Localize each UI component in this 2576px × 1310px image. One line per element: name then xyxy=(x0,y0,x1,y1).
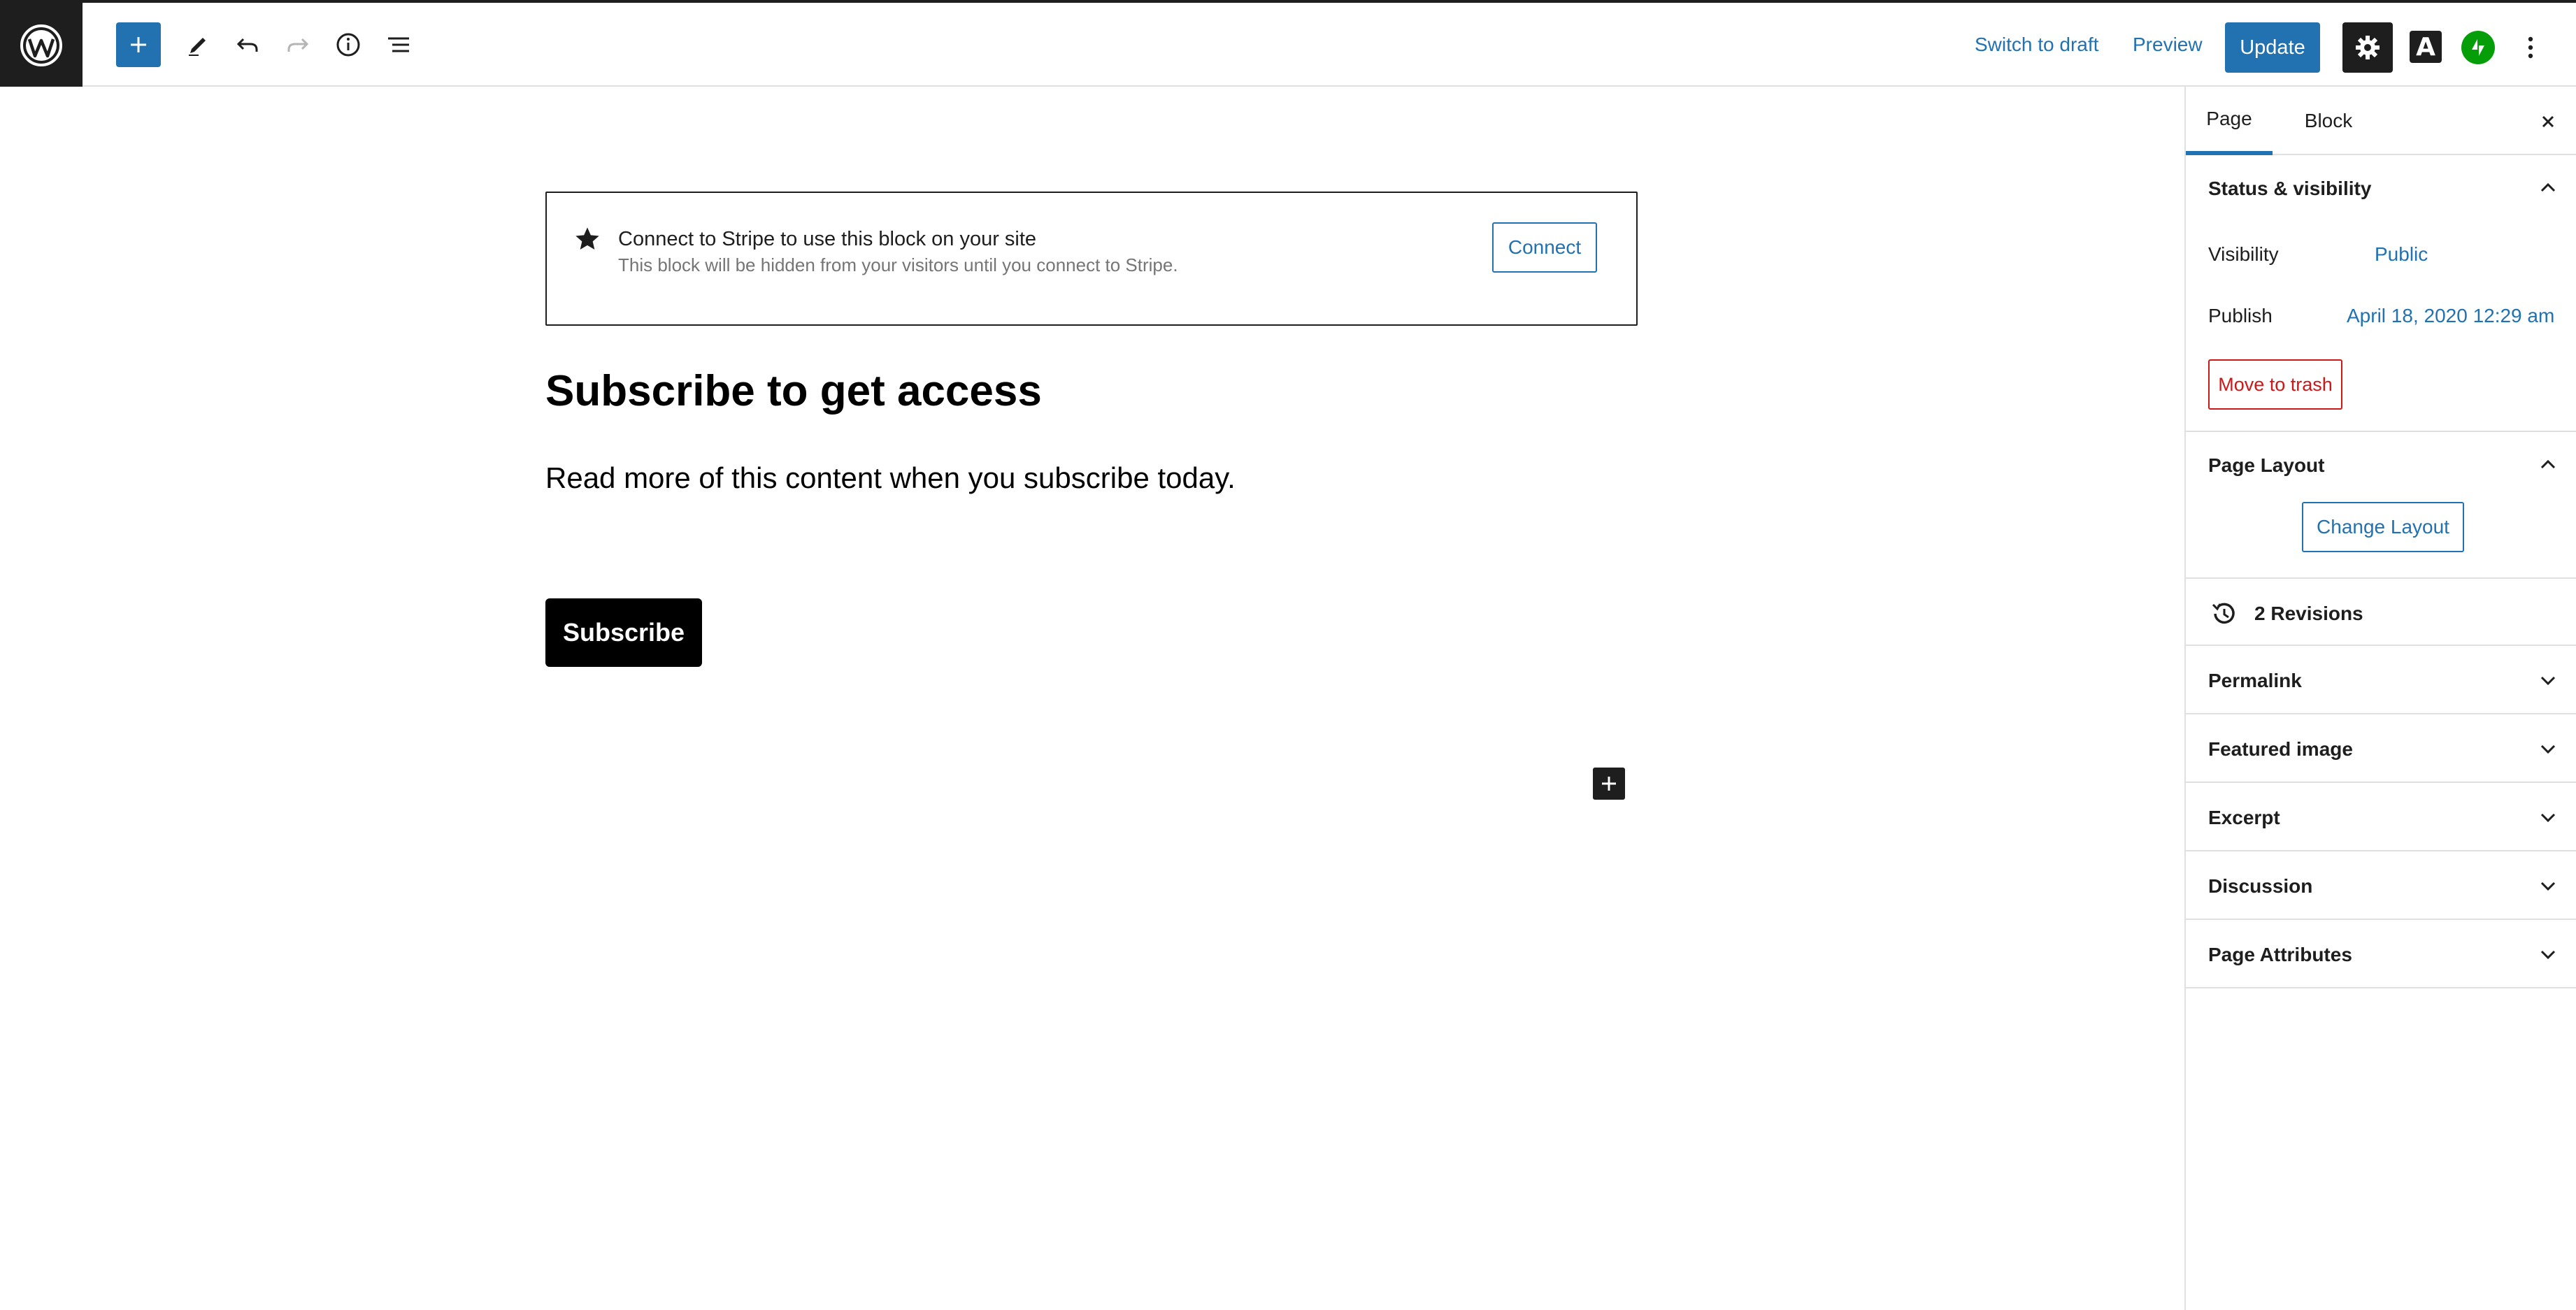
close-sidebar-button[interactable] xyxy=(2534,108,2562,136)
editor-toolbar: Switch to draft Preview Update A xyxy=(0,0,2576,88)
stripe-connect-button[interactable]: Connect xyxy=(1492,222,1597,273)
chevron-down-icon[interactable] xyxy=(2537,875,2559,898)
revisions-panel[interactable]: 2 Revisions xyxy=(2186,579,2576,646)
jetpack-button[interactable] xyxy=(2461,31,2495,64)
publish-label: Publish xyxy=(2208,305,2273,326)
move-to-trash-button[interactable]: Move to trash xyxy=(2208,359,2342,410)
plus-icon xyxy=(131,37,146,52)
page-layout-panel: Page Layout Change Layout xyxy=(2186,432,2576,579)
chevron-up-icon[interactable] xyxy=(2537,176,2559,199)
content-heading[interactable]: Subscribe to get access xyxy=(545,366,1042,416)
stripe-connect-notice: Connect to Stripe to use this block on y… xyxy=(545,192,1638,326)
close-icon xyxy=(2542,115,2554,128)
jetpack-icon xyxy=(2472,39,2484,56)
featured-image-panel[interactable]: Featured image xyxy=(2186,714,2576,783)
tab-page[interactable]: Page xyxy=(2186,87,2273,155)
subscribe-button[interactable]: Subscribe xyxy=(545,598,702,667)
wordpress-logo-icon[interactable] xyxy=(0,3,83,88)
chevron-down-icon[interactable] xyxy=(2537,807,2559,829)
redo-button[interactable] xyxy=(276,22,320,67)
list-view-button[interactable] xyxy=(376,22,421,67)
more-vertical-icon xyxy=(2528,36,2533,59)
page-attributes-toggle[interactable]: Page Attributes xyxy=(2208,944,2352,966)
plus-icon xyxy=(1602,777,1616,791)
star-icon xyxy=(575,227,599,250)
chevron-down-icon[interactable] xyxy=(2537,670,2559,692)
undo-icon xyxy=(236,38,258,52)
revisions-label: 2 Revisions xyxy=(2254,603,2363,624)
gear-icon xyxy=(2356,36,2380,59)
featured-image-toggle[interactable]: Featured image xyxy=(2208,738,2353,761)
block-inserter-button[interactable] xyxy=(1593,768,1625,800)
sidebar-tabs: Page Block xyxy=(2186,87,2576,155)
undo-button[interactable] xyxy=(225,22,270,67)
excerpt-toggle[interactable]: Excerpt xyxy=(2208,807,2280,829)
stripe-notice-title: Connect to Stripe to use this block on y… xyxy=(618,228,1037,250)
page-layout-toggle[interactable]: Page Layout xyxy=(2208,454,2324,477)
excerpt-panel[interactable]: Excerpt xyxy=(2186,783,2576,851)
stripe-notice-subtitle: This block will be hidden from your visi… xyxy=(618,254,1178,275)
change-layout-button[interactable]: Change Layout xyxy=(2302,502,2464,552)
info-icon xyxy=(336,33,360,57)
page-attributes-panel[interactable]: Page Attributes xyxy=(2186,920,2576,988)
permalink-panel[interactable]: Permalink xyxy=(2186,646,2576,714)
tools-button[interactable] xyxy=(175,22,220,67)
redo-icon xyxy=(287,38,309,52)
content-paragraph[interactable]: Read more of this content when you subsc… xyxy=(545,461,1236,495)
discussion-panel[interactable]: Discussion xyxy=(2186,851,2576,920)
font-settings-button[interactable]: A xyxy=(2410,31,2442,63)
history-icon xyxy=(2212,603,2235,624)
preview-button[interactable]: Preview xyxy=(2133,34,2203,56)
editor-canvas: Connect to Stripe to use this block on y… xyxy=(0,87,2184,1310)
visibility-label: Visibility xyxy=(2208,243,2279,265)
visibility-value-button[interactable]: Public xyxy=(2375,243,2428,266)
chevron-up-icon[interactable] xyxy=(2537,453,2559,475)
permalink-toggle[interactable]: Permalink xyxy=(2208,670,2302,692)
status-visibility-toggle[interactable]: Status & visibility xyxy=(2208,178,2371,200)
pencil-icon xyxy=(189,38,206,56)
tab-block[interactable]: Block xyxy=(2294,87,2363,155)
settings-sidebar: Page Block Status & visibility Visibilit… xyxy=(2184,87,2576,1310)
settings-button[interactable] xyxy=(2342,22,2393,73)
details-button[interactable] xyxy=(326,22,371,67)
status-visibility-panel: Status & visibility Visibility Public Pu… xyxy=(2186,155,2576,432)
publish-date-button[interactable]: April 18, 2020 12:29 am xyxy=(2347,305,2554,327)
list-view-icon xyxy=(388,37,409,52)
add-block-button[interactable] xyxy=(116,22,161,67)
chevron-down-icon[interactable] xyxy=(2537,944,2559,966)
update-button[interactable]: Update xyxy=(2225,22,2320,73)
switch-to-draft-button[interactable]: Switch to draft xyxy=(1975,34,2098,56)
options-button[interactable] xyxy=(2514,28,2547,67)
discussion-toggle[interactable]: Discussion xyxy=(2208,875,2312,898)
chevron-down-icon[interactable] xyxy=(2537,738,2559,761)
